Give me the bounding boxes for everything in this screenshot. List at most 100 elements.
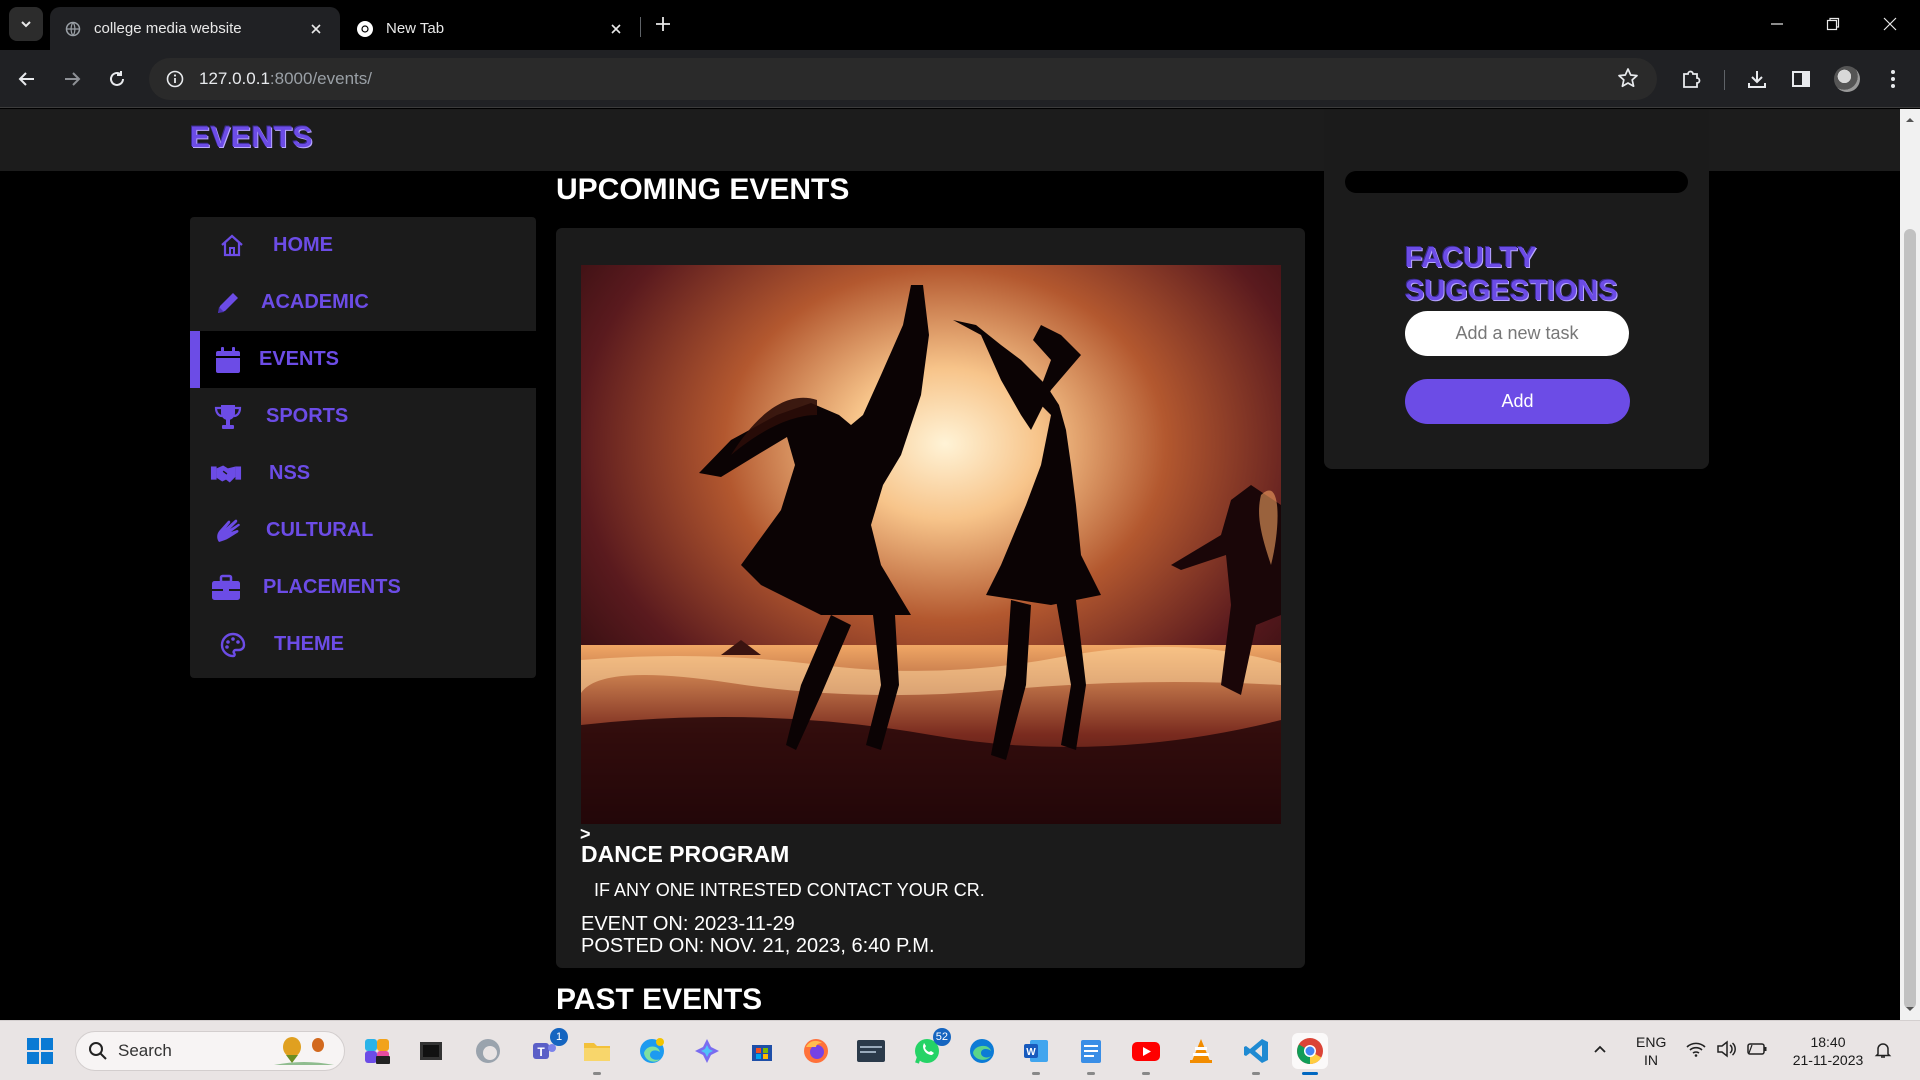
- back-button[interactable]: [10, 62, 44, 96]
- url-host: 127.0.0.1: [199, 69, 270, 88]
- search-icon: [89, 1042, 107, 1060]
- taskbar-app-mysql[interactable]: [853, 1033, 889, 1069]
- firefox-icon: [804, 1039, 828, 1063]
- downloads-button[interactable]: [1741, 63, 1773, 95]
- restore-button[interactable]: [1805, 0, 1861, 48]
- window-icon: [420, 1042, 442, 1060]
- tab-new-tab[interactable]: New Tab: [342, 7, 640, 50]
- start-button[interactable]: [22, 1033, 58, 1069]
- youtube-icon: [1132, 1042, 1160, 1061]
- event-image: [581, 265, 1281, 824]
- sidebar-item-label: HOME: [273, 234, 333, 256]
- edge-beta-icon: [640, 1038, 664, 1063]
- sidebar-item-academic[interactable]: ACADEMIC: [190, 274, 536, 331]
- taskbar-app-vlc[interactable]: [1183, 1033, 1219, 1069]
- address-bar[interactable]: 127.0.0.1:8000/events/: [149, 58, 1657, 100]
- taskbar-app-copilot[interactable]: [359, 1033, 395, 1069]
- site-info-icon[interactable]: [155, 59, 195, 99]
- url-text: 127.0.0.1:8000/events/: [199, 69, 372, 89]
- sidebar-item-label: PLACEMENTS: [263, 576, 401, 598]
- battery-icon[interactable]: [1746, 1041, 1768, 1062]
- page-scrollbar[interactable]: [1900, 109, 1920, 1020]
- taskbar-app-chrome[interactable]: [1292, 1033, 1328, 1075]
- extensions-button[interactable]: [1675, 63, 1707, 95]
- sidebar-item-theme[interactable]: THEME: [190, 616, 536, 673]
- taskbar-app-edge[interactable]: [964, 1033, 1000, 1069]
- taskbar-app-teams[interactable]: T 1: [526, 1028, 568, 1069]
- sidebar-item-label: THEME: [274, 633, 344, 655]
- palette-icon: [217, 629, 249, 661]
- url-path: :8000/events/: [269, 69, 372, 88]
- past-events-heading: PAST EVENTS: [556, 983, 763, 1016]
- taskbar-app-whatsapp[interactable]: 52: [909, 1028, 951, 1069]
- restore-icon: [1826, 17, 1840, 31]
- taskbar-app-edge-old[interactable]: [470, 1033, 506, 1069]
- taskbar-app-store[interactable]: [744, 1033, 780, 1069]
- menu-button[interactable]: [1877, 63, 1909, 95]
- clock-date: 21-11-2023: [1792, 1052, 1864, 1068]
- sidebar-item-cultural[interactable]: CULTURAL: [190, 502, 536, 559]
- close-icon[interactable]: [606, 19, 626, 39]
- language-indicator[interactable]: ENG IN: [1636, 1033, 1666, 1069]
- scroll-down-icon[interactable]: [1905, 1004, 1915, 1014]
- taskbar-app-edge-beta[interactable]: [634, 1033, 670, 1069]
- profile-avatar[interactable]: [1834, 66, 1860, 92]
- taskbar-search[interactable]: Search: [75, 1031, 345, 1071]
- sidebar-item-label: ACADEMIC: [261, 291, 369, 313]
- taskbar-app-file-explorer[interactable]: [579, 1033, 615, 1075]
- vlc-cone-icon: [1190, 1039, 1212, 1063]
- language-line: ENG: [1636, 1034, 1667, 1050]
- volume-icon[interactable]: [1716, 1040, 1736, 1063]
- sidebar-item-nss[interactable]: NSS: [190, 445, 536, 502]
- tab-separator: [640, 17, 641, 37]
- chrome-icon: [356, 20, 374, 38]
- taskbar-app-terminal[interactable]: [413, 1033, 449, 1069]
- database-window-icon: [857, 1040, 885, 1062]
- tab-college-media[interactable]: college media website: [50, 7, 340, 50]
- event-date: EVENT ON: 2023-11-29: [581, 913, 795, 935]
- sidebar-item-sports[interactable]: SPORTS: [190, 388, 536, 445]
- taskbar-app-vscode[interactable]: [1238, 1033, 1274, 1075]
- taskbar-app-word[interactable]: W: [1018, 1033, 1054, 1075]
- wifi-icon[interactable]: [1686, 1041, 1706, 1062]
- taskbar-app-youtube[interactable]: [1128, 1033, 1164, 1075]
- system-clock[interactable]: 18:40 21-11-2023: [1780, 1033, 1876, 1069]
- sidebar-item-home[interactable]: HOME: [190, 217, 536, 274]
- copilot-icon: [365, 1039, 390, 1064]
- sidebar-item-events[interactable]: EVENTS: [190, 331, 536, 388]
- tab-title: college media website: [94, 20, 242, 37]
- chevron-up-icon[interactable]: [1592, 1041, 1608, 1062]
- sidebar-item-label: CULTURAL: [266, 519, 374, 541]
- download-icon: [1748, 71, 1766, 88]
- minimize-button[interactable]: [1749, 0, 1805, 48]
- upcoming-events-heading: UPCOMING EVENTS: [556, 173, 850, 206]
- reload-button[interactable]: [100, 62, 134, 96]
- close-window-button[interactable]: [1862, 0, 1918, 48]
- title-line: FACULTY: [1405, 242, 1537, 274]
- svg-text:W: W: [1026, 1047, 1036, 1058]
- sidebar-nav: HOME ACADEMIC EVENTS SPORTS NSS CULTURAL…: [190, 217, 536, 678]
- taskbar-app-firefox[interactable]: [798, 1033, 834, 1069]
- new-task-input[interactable]: [1405, 311, 1629, 356]
- folder-icon: [584, 1043, 610, 1061]
- close-icon[interactable]: [306, 19, 326, 39]
- calendar-icon: [212, 344, 244, 376]
- scrollbar-thumb[interactable]: [1904, 229, 1916, 1009]
- minimize-icon: [1771, 23, 1783, 25]
- taskbar-app-notepad[interactable]: [1073, 1033, 1109, 1075]
- side-panel-button[interactable]: [1785, 63, 1817, 95]
- scroll-up-icon[interactable]: [1905, 115, 1915, 125]
- add-task-button[interactable]: Add: [1405, 379, 1630, 424]
- hands-icon: [212, 515, 244, 547]
- chrome-icon: [1297, 1038, 1323, 1065]
- notification-bell-icon[interactable]: [1874, 1041, 1892, 1064]
- tab-search-button[interactable]: [9, 7, 43, 41]
- new-tab-button[interactable]: [650, 10, 676, 38]
- bookmark-star-icon[interactable]: [1617, 67, 1641, 91]
- pencil-icon: [212, 287, 244, 319]
- sidebar-item-placements[interactable]: PLACEMENTS: [190, 559, 536, 616]
- page-title: EVENTS: [190, 121, 314, 154]
- taskbar-app-copilot-alt[interactable]: [689, 1033, 725, 1069]
- title-line: SUGGESTIONS: [1405, 275, 1618, 307]
- forward-button[interactable]: [55, 62, 89, 96]
